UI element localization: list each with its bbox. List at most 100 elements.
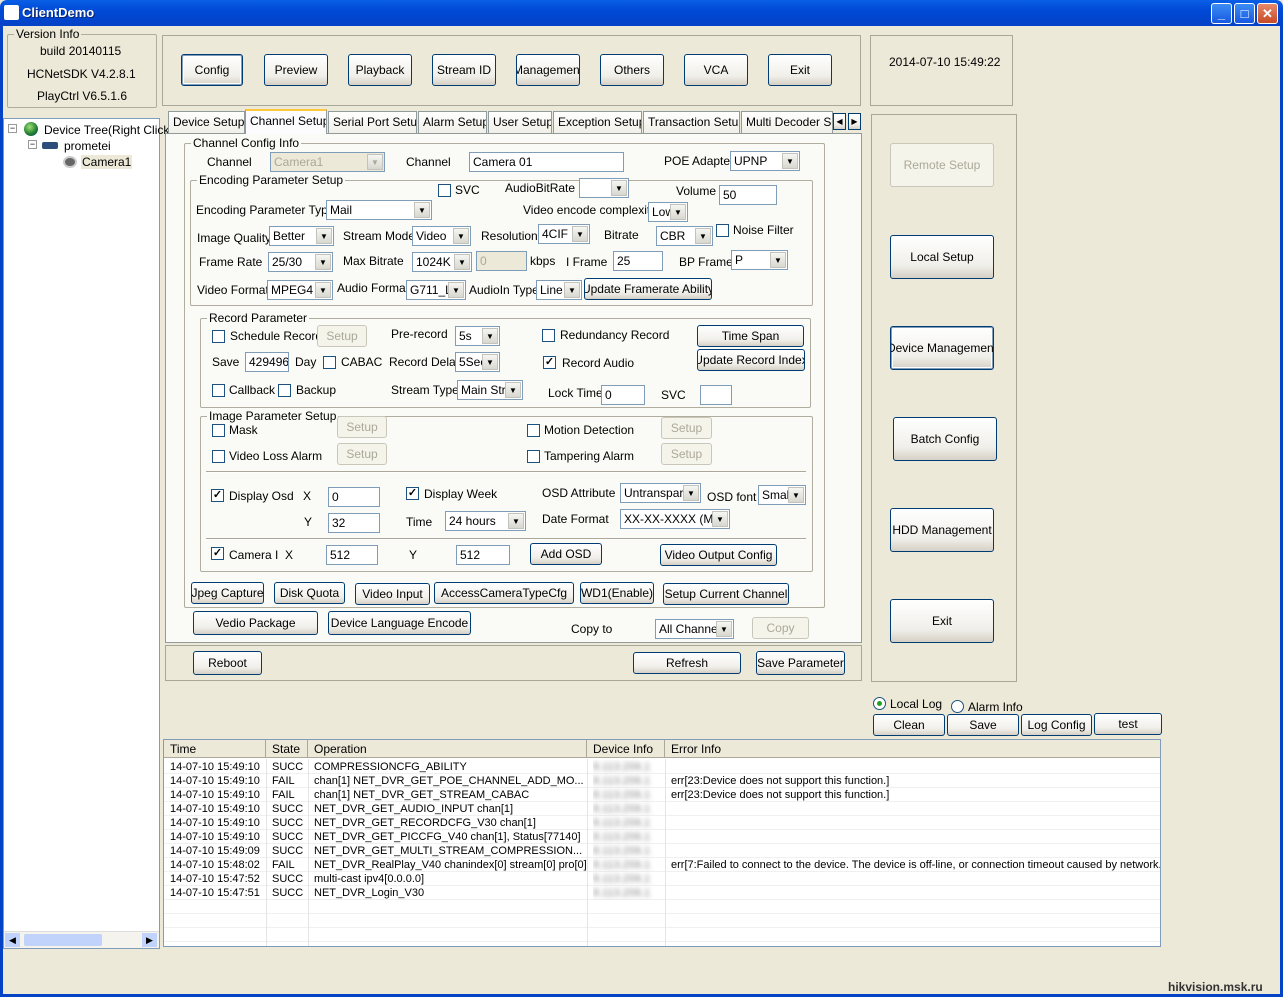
- frame-rate-select[interactable]: 25/30 ▼: [268, 252, 333, 272]
- device-tree[interactable]: − Device Tree(Right Click − prometei Cam…: [3, 118, 169, 949]
- video-format-select[interactable]: MPEG4 ▼: [267, 280, 333, 300]
- local-setup-button[interactable]: Local Setup: [890, 235, 994, 279]
- minimize-button[interactable]: _: [1211, 3, 1232, 24]
- time-span-button[interactable]: Time Span: [697, 325, 804, 347]
- log-config-button[interactable]: Log Config: [1021, 714, 1092, 736]
- log-header-time[interactable]: Time: [164, 740, 266, 758]
- scroll-left-icon[interactable]: ◀: [5, 933, 20, 947]
- update-record-index-button[interactable]: Update Record Index: [697, 349, 805, 371]
- add-osd-button[interactable]: Add OSD: [530, 543, 602, 565]
- save-days-input[interactable]: 429496: [245, 352, 289, 372]
- record-audio-checkbox[interactable]: ✓: [543, 356, 556, 369]
- schedule-setup-button[interactable]: Setup: [317, 325, 367, 347]
- mask-setup-button[interactable]: Setup: [337, 416, 387, 438]
- date-format-select[interactable]: XX-XX-XXXX (Mor ▼: [620, 509, 730, 529]
- config-button[interactable]: Config: [181, 54, 243, 86]
- maximize-button[interactable]: □: [1234, 3, 1255, 24]
- lock-time-input[interactable]: 0: [601, 385, 645, 405]
- log-header-operation[interactable]: Operation: [308, 740, 587, 758]
- osd-y-input[interactable]: 32: [328, 513, 380, 533]
- tree-camera-label[interactable]: Camera1: [81, 155, 133, 169]
- disk-quota-button[interactable]: Disk Quota: [274, 582, 345, 604]
- log-row[interactable]: 14-07-10 15:49:10 SUCC NET_DVR_GET_AUDIO_I…: [164, 802, 1160, 816]
- audio-in-type-select[interactable]: Line i ▼: [536, 280, 582, 300]
- tab-alarm-setup[interactable]: Alarm Setup: [418, 111, 487, 133]
- device-management-button[interactable]: Device Management: [890, 326, 994, 370]
- max-bitrate-select[interactable]: 1024K ▼: [412, 252, 472, 272]
- scroll-thumb[interactable]: [24, 934, 102, 946]
- tab-channel-setup[interactable]: Channel Setup: [245, 109, 327, 134]
- audio-format-select[interactable]: G711_L ▼: [406, 280, 466, 300]
- log-row[interactable]: 14-07-10 15:49:10 SUCC NET_DVR_GET_RECORDC…: [164, 816, 1160, 830]
- setup-current-channel-button[interactable]: Setup Current Channel: [663, 583, 789, 605]
- log-save-button[interactable]: Save: [947, 714, 1019, 736]
- svc-record-input[interactable]: [700, 385, 732, 405]
- close-button[interactable]: ✕: [1257, 3, 1278, 24]
- encoding-type-select[interactable]: Mail ▼: [326, 200, 432, 220]
- volume-input[interactable]: 50: [719, 185, 777, 205]
- log-header-device-info[interactable]: Device Info: [587, 740, 665, 758]
- audio-bitrate-select[interactable]: ▼: [579, 178, 629, 198]
- vca-button[interactable]: VCA: [684, 54, 748, 86]
- cabac-checkbox[interactable]: [323, 356, 336, 369]
- resolution-select[interactable]: 4CIF ▼: [538, 224, 590, 244]
- video-input-button[interactable]: Video Input: [355, 583, 430, 605]
- log-header-error-info[interactable]: Error Info: [665, 740, 1160, 758]
- callback-checkbox[interactable]: [212, 384, 225, 397]
- kbps-input[interactable]: 0: [476, 251, 527, 271]
- preview-button[interactable]: Preview: [264, 54, 328, 86]
- tab-scroll-left-icon[interactable]: ◀: [833, 113, 846, 130]
- stream-mode-select[interactable]: Video ▼: [412, 226, 471, 246]
- display-week-checkbox[interactable]: ✓: [406, 487, 419, 500]
- log-list[interactable]: Time State Operation Device Info Error I…: [163, 739, 1161, 947]
- update-framerate-button[interactable]: Update Framerate Ability: [584, 278, 712, 300]
- tree-hscrollbar[interactable]: ◀ ▶: [4, 931, 159, 948]
- cam-y-input[interactable]: 512: [456, 545, 510, 565]
- iframe-input[interactable]: 25: [613, 251, 663, 271]
- cam-x-input[interactable]: 512: [326, 545, 378, 565]
- copy-button[interactable]: Copy: [752, 617, 809, 639]
- tab-exception-setup[interactable]: Exception Setup: [553, 111, 642, 133]
- tree-device-label[interactable]: prometei: [64, 139, 111, 153]
- log-row[interactable]: 14-07-10 15:49:10 FAIL chan[1] NET_DVR_GET…: [164, 774, 1160, 788]
- copy-to-select[interactable]: All Channels ▼: [655, 619, 734, 639]
- test-button[interactable]: test: [1094, 713, 1162, 735]
- others-button[interactable]: Others: [600, 54, 664, 86]
- reboot-button[interactable]: Reboot: [193, 651, 262, 675]
- svc-checkbox[interactable]: [438, 184, 451, 197]
- tab-device-setup[interactable]: Device Setup: [168, 111, 245, 133]
- bitrate-select[interactable]: CBR ▼: [656, 226, 713, 246]
- stream-type-select[interactable]: Main Stre ▼: [457, 380, 523, 400]
- log-row[interactable]: 14-07-10 15:47:51 SUCC NET_DVR_Login_V30 8.…: [164, 886, 1160, 900]
- tab-transaction-setup[interactable]: Transaction Setup: [643, 111, 740, 133]
- stream-id-button[interactable]: Stream ID: [432, 54, 496, 86]
- log-row[interactable]: [164, 914, 1160, 928]
- log-row[interactable]: [164, 900, 1160, 914]
- noise-filter-checkbox[interactable]: [716, 224, 729, 237]
- tab-scroll-right-icon[interactable]: ▶: [848, 113, 861, 130]
- motion-detection-checkbox[interactable]: [527, 424, 540, 437]
- complexity-select[interactable]: Low ▼: [648, 202, 688, 222]
- prerecord-select[interactable]: 5s ▼: [455, 326, 500, 346]
- schedule-record-checkbox[interactable]: [212, 330, 225, 343]
- tab-multi-decoder-setup[interactable]: Multi Decoder Set: [741, 111, 833, 133]
- bp-frame-select[interactable]: P ▼: [731, 250, 788, 270]
- video-loss-setup-button[interactable]: Setup: [337, 443, 387, 465]
- log-header-state[interactable]: State: [266, 740, 308, 758]
- playback-button[interactable]: Playback: [348, 54, 412, 86]
- osd-attribute-select[interactable]: Untranspare ▼: [620, 483, 701, 503]
- tampering-setup-button[interactable]: Setup: [661, 443, 712, 465]
- tree-collapse-root[interactable]: −: [8, 124, 17, 133]
- tab-serial-port-setup[interactable]: Serial Port Setup: [328, 111, 417, 133]
- redundancy-checkbox[interactable]: [542, 329, 555, 342]
- save-parameter-button[interactable]: Save Parameter: [756, 651, 845, 675]
- time-format-select[interactable]: 24 hours ▼: [445, 511, 526, 531]
- log-clean-button[interactable]: Clean: [873, 714, 945, 736]
- access-camera-type-button[interactable]: AccessCameraTypeCfg: [434, 582, 574, 604]
- osd-x-input[interactable]: 0: [328, 487, 380, 507]
- channel-select[interactable]: Camera1 ▼: [270, 152, 385, 172]
- camera-name-checkbox[interactable]: ✓: [211, 547, 224, 560]
- tree-collapse-device[interactable]: −: [28, 140, 37, 149]
- remote-setup-button[interactable]: Remote Setup: [890, 143, 994, 187]
- mask-checkbox[interactable]: [212, 424, 225, 437]
